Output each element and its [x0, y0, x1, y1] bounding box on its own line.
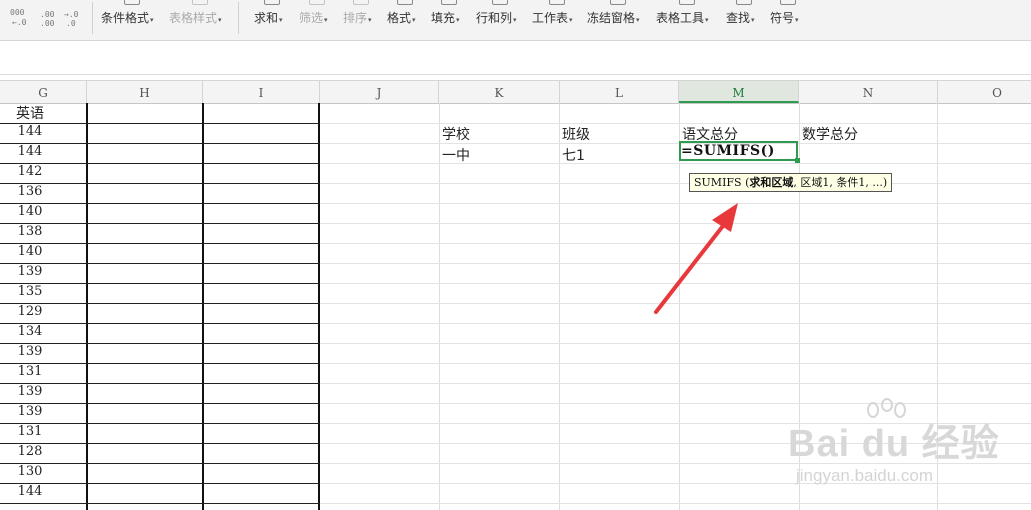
arrow-shaft — [654, 220, 728, 314]
watermark-url: jingyan.baidu.com — [796, 466, 934, 485]
watermark-brand: Bai du 经验 — [788, 423, 1000, 465]
arrow-head-icon — [712, 203, 738, 232]
